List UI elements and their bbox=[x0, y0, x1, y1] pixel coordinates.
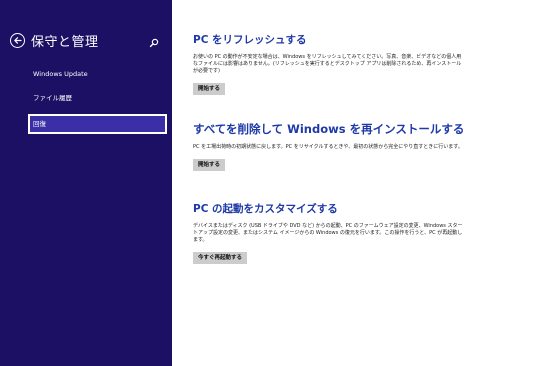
section-description-reset: PC を工場出荷時の初期状態に戻します。PC をリサイクルするときや、最初の状態… bbox=[193, 144, 463, 150]
sidebar-item-recovery[interactable]: 回復 bbox=[28, 114, 167, 134]
section-description-refresh: お使いの PC の動作が不安定な場合は、Windows をリフレッシュしてみてく… bbox=[193, 54, 462, 74]
refresh-start-button[interactable]: 開始する bbox=[193, 83, 226, 95]
section-title-advanced-startup: PC の起動をカスタマイズする bbox=[193, 203, 338, 215]
sidebar-item-label: ファイル履歴 bbox=[33, 94, 72, 102]
recovery-settings-page: 保守と管理 Windows Update ファイル履歴 回復 PC をリフレッシ… bbox=[0, 0, 551, 366]
sidebar-item-windows-update[interactable]: Windows Update bbox=[0, 64, 172, 84]
search-icon[interactable] bbox=[149, 33, 161, 48]
reset-start-button[interactable]: 開始する bbox=[193, 159, 226, 171]
section-title-reset: すべてを削除して Windows を再インストールする bbox=[193, 122, 465, 136]
sidebar-item-file-history[interactable]: ファイル履歴 bbox=[0, 88, 172, 108]
section-title-refresh: PC をリフレッシュする bbox=[193, 34, 307, 46]
advanced-startup-section: PC の起動をカスタマイズする デバイスまたはディスク (USB ドライブや D… bbox=[193, 201, 543, 264]
sidebar-item-label: Windows Update bbox=[33, 70, 88, 78]
sidebar: 保守と管理 Windows Update ファイル履歴 回復 bbox=[0, 0, 172, 366]
sidebar-item-label: 回復 bbox=[33, 120, 46, 128]
sidebar-title: 保守と管理 bbox=[31, 34, 99, 50]
main-content: PC をリフレッシュする お使いの PC の動作が不安定な場合は、Windows… bbox=[172, 0, 551, 366]
refresh-pc-section: PC をリフレッシュする お使いの PC の動作が不安定な場合は、Windows… bbox=[193, 32, 543, 95]
restart-now-button[interactable]: 今すぐ再起動する bbox=[193, 252, 248, 264]
reset-pc-section: すべてを削除して Windows を再インストールする PC を工場出荷時の初期… bbox=[193, 121, 543, 171]
sidebar-header: 保守と管理 bbox=[10, 30, 165, 50]
back-arrow-icon[interactable] bbox=[10, 32, 25, 48]
section-description-advanced-startup: デバイスまたはディスク (USB ドライブや DVD など) からの起動、PC … bbox=[193, 223, 463, 243]
